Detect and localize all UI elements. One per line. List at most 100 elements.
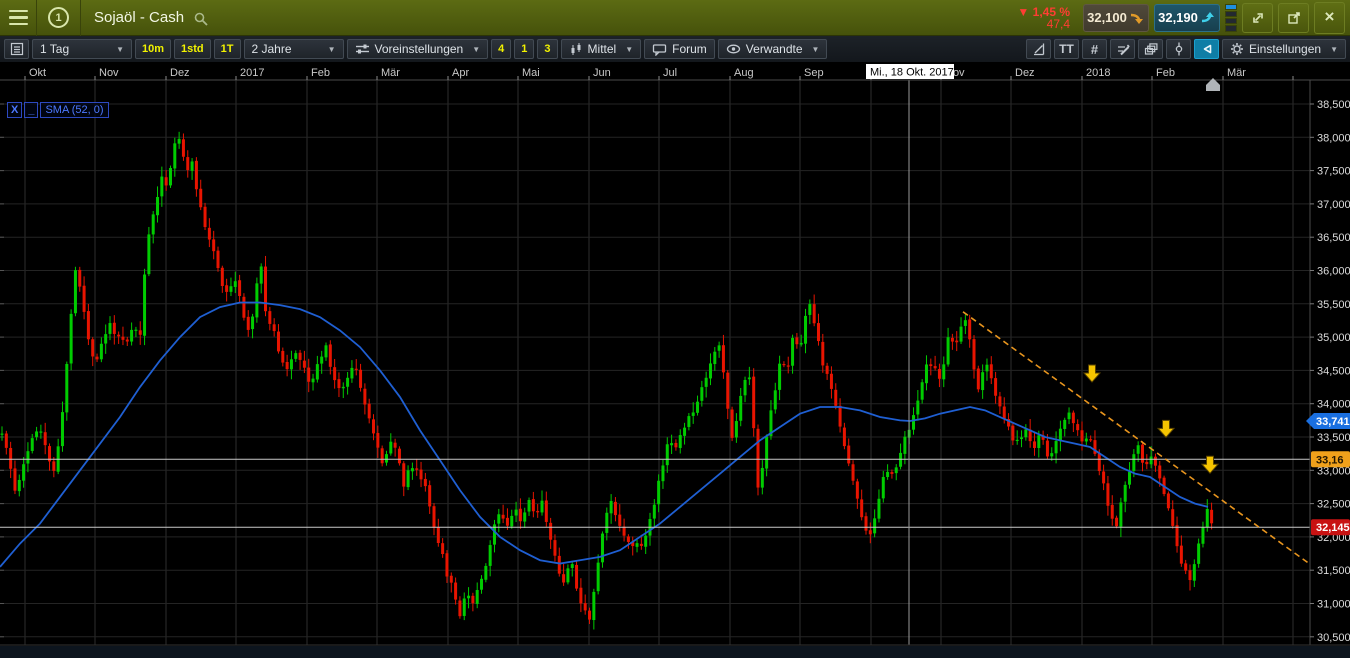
expand-button[interactable]: [1242, 3, 1273, 33]
chart-area[interactable]: OktNovDez2017FebMärAprMaiJunJulAugSepOkt…: [0, 63, 1350, 658]
scale-icon: [1032, 42, 1046, 56]
eye-icon: [726, 42, 741, 56]
x-axis-label: Mai: [522, 67, 540, 79]
x-axis-label: Jun: [593, 67, 611, 79]
presets-button[interactable]: Voreinstellungen ▼: [347, 39, 489, 59]
widget-number-cell[interactable]: 1: [37, 0, 81, 36]
y-axis-label: 35,500: [1317, 299, 1350, 311]
indicator-minimize-button[interactable]: _: [24, 102, 38, 118]
snap-tool-button[interactable]: [1166, 39, 1191, 59]
price-tag-label: 33,741: [1316, 416, 1350, 428]
popout-button[interactable]: [1278, 3, 1309, 33]
x-axis-label: Sep: [804, 67, 824, 79]
forum-label: Forum: [672, 42, 707, 56]
indicator-label: SMA (52, 0): [40, 102, 108, 118]
sell-button[interactable]: 32,100: [1083, 4, 1149, 32]
scale-tool-button[interactable]: [1026, 39, 1051, 59]
count-button-4[interactable]: 4: [491, 39, 511, 59]
chart-scrollbar[interactable]: [0, 646, 1350, 658]
grid-icon: #: [1091, 42, 1098, 57]
pencil-icon: [1116, 42, 1130, 56]
layers-button[interactable]: [1138, 39, 1163, 59]
related-button[interactable]: Verwandte ▼: [718, 39, 828, 59]
range-select[interactable]: 2 Jahre ▼: [244, 39, 344, 59]
sell-price: 32,100: [1087, 10, 1127, 25]
y-axis-label: 35,000: [1317, 332, 1350, 344]
count-button-3[interactable]: 3: [537, 39, 557, 59]
topbar-right-group: ▼ 1,45 % 47,4 32,100 32,190: [1017, 0, 1350, 36]
price-change-block: ▼ 1,45 % 47,4: [1017, 6, 1070, 30]
chevron-down-icon: ▼: [328, 45, 336, 54]
y-axis-label: 36,500: [1317, 232, 1350, 244]
y-axis-label: 37,000: [1317, 199, 1350, 211]
grid-tool-button[interactable]: #: [1082, 39, 1107, 59]
y-axis-label: 33,500: [1317, 432, 1350, 444]
chevron-down-icon: ▼: [1330, 45, 1338, 54]
y-axis-label: 34,000: [1317, 399, 1350, 411]
widget-number-badge: 1: [48, 7, 69, 28]
y-axis-label: 36,000: [1317, 266, 1350, 278]
indicator-close-button[interactable]: X: [7, 102, 22, 118]
buy-price: 32,190: [1158, 10, 1198, 25]
price-tag-label: 33,16: [1316, 454, 1344, 466]
hamburger-menu-icon: [9, 8, 28, 28]
y-axis-label: 38,000: [1317, 132, 1350, 144]
draw-tool-button[interactable]: [1110, 39, 1135, 59]
forum-button[interactable]: Forum: [644, 39, 715, 59]
x-axis-label: Apr: [452, 67, 469, 79]
x-axis-label: Mär: [1227, 67, 1246, 79]
expand-icon: [1251, 11, 1265, 25]
buy-button[interactable]: 32,190: [1154, 4, 1220, 32]
y-axis-label: 34,500: [1317, 365, 1350, 377]
indicators-button[interactable]: Mittel ▼: [561, 39, 642, 59]
crosshair-date-tooltip: Mi., 18 Okt. 2017: [866, 64, 954, 79]
indicators-label: Mittel: [588, 42, 617, 56]
x-axis-label: 2017: [240, 67, 264, 79]
popout-icon: [1287, 11, 1301, 25]
x-axis-label: Feb: [311, 67, 330, 79]
search-icon[interactable]: [193, 11, 209, 27]
x-axis-label: 2018: [1086, 67, 1110, 79]
change-direction-icon: ▼: [1017, 5, 1029, 19]
crosshair-pin-icon: [1172, 42, 1186, 56]
x-axis-label: Aug: [734, 67, 754, 79]
chart-type-icon: [10, 42, 24, 56]
quick-period-10m[interactable]: 10m: [135, 39, 171, 59]
quick-period-1t[interactable]: 1T: [214, 39, 241, 59]
chevron-down-icon: ▼: [625, 45, 633, 54]
close-button[interactable]: ×: [1314, 2, 1345, 34]
chevron-down-icon: ▼: [116, 45, 124, 54]
x-axis-label: Mär: [381, 67, 400, 79]
x-axis-label: Nov: [99, 67, 119, 79]
pointer-tool-button[interactable]: [1194, 39, 1219, 59]
chart-type-button[interactable]: [4, 39, 29, 59]
y-axis-label: 30,500: [1317, 632, 1350, 644]
settings-label: Einstellungen: [1249, 42, 1321, 56]
period-select[interactable]: 1 Tag ▼: [32, 39, 132, 59]
x-axis-label: Jul: [663, 67, 677, 79]
chevron-down-icon: ▼: [812, 45, 820, 54]
sliders-icon: [355, 42, 370, 56]
chart-widget: 1 Sojaöl - Cash ▼ 1,45 % 47,4 32,100 32,…: [0, 0, 1350, 658]
y-axis-label: 37,500: [1317, 166, 1350, 178]
sell-arrow-icon: [1131, 11, 1145, 25]
presets-label: Voreinstellungen: [375, 42, 464, 56]
hamburger-menu-button[interactable]: [0, 0, 37, 36]
settings-button[interactable]: Einstellungen ▼: [1222, 39, 1346, 59]
price-change-absolute: 47,4: [1017, 18, 1070, 30]
range-select-value: 2 Jahre: [252, 42, 292, 56]
chart-canvas[interactable]: OktNovDez2017FebMärAprMaiJunJulAugSepOkt…: [0, 63, 1350, 658]
related-label: Verwandte: [746, 42, 803, 56]
layers-icon: [1144, 42, 1158, 56]
depth-indicator[interactable]: [1225, 4, 1237, 32]
count-button-1[interactable]: 1: [514, 39, 534, 59]
crosshair-date-label: Mi., 18 Okt. 2017: [870, 67, 954, 79]
buy-arrow-icon: [1202, 11, 1216, 25]
instrument-title: Sojaöl - Cash: [94, 9, 184, 26]
quick-period-1std[interactable]: 1std: [174, 39, 211, 59]
x-axis-label: Dez: [170, 67, 190, 79]
speech-bubble-icon: [652, 42, 667, 56]
text-tool-icon: TT: [1059, 42, 1074, 56]
text-tool-button[interactable]: TT: [1054, 39, 1079, 59]
cursor-icon: [1200, 42, 1214, 56]
